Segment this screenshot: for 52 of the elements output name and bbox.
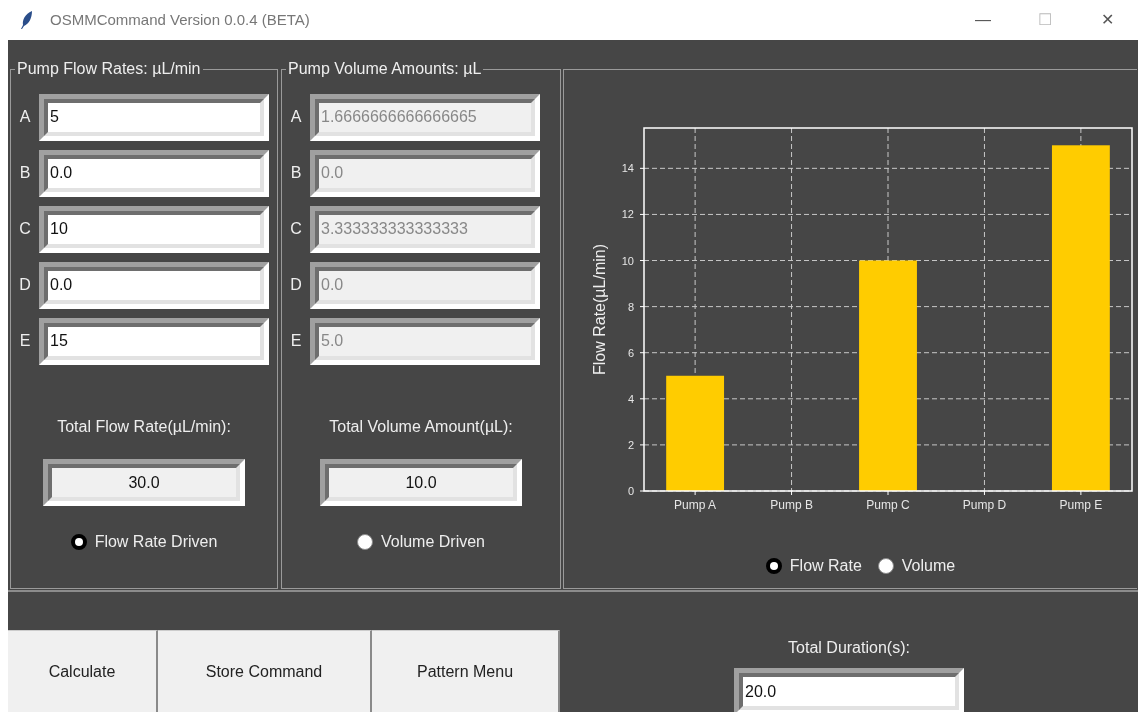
total-field[interactable]: 30.0 bbox=[43, 459, 245, 506]
pump-label: C bbox=[18, 219, 32, 239]
command-button[interactable]: Calculate bbox=[8, 630, 158, 712]
pump-label: D bbox=[18, 275, 32, 295]
input-field[interactable]: 15 bbox=[39, 317, 269, 365]
radio-label[interactable]: Flow Rate bbox=[789, 554, 862, 578]
radio-label[interactable]: Volume Driven bbox=[380, 530, 485, 554]
command-button[interactable]: Store Command bbox=[158, 630, 372, 712]
minimize-button[interactable]: — bbox=[952, 8, 1014, 32]
command-button[interactable]: Pattern Menu bbox=[372, 630, 560, 712]
input-field[interactable]: 20.0 bbox=[734, 668, 964, 712]
duration-label: Total Duration(s): bbox=[788, 638, 910, 658]
close-button[interactable]: ✕ bbox=[1076, 8, 1138, 32]
category-label: Pump E bbox=[1059, 498, 1103, 512]
total-field[interactable]: 10.0 bbox=[320, 459, 522, 506]
tick-label: 10 bbox=[621, 254, 634, 267]
tick-label: 14 bbox=[621, 162, 634, 175]
tick-label: 0 bbox=[627, 485, 634, 497]
category-label: Pump B bbox=[770, 498, 813, 512]
radio-button[interactable] bbox=[356, 534, 373, 550]
panel-title: Pump Volume Amounts: µL bbox=[286, 59, 484, 79]
feather-icon bbox=[20, 10, 34, 30]
radio-button[interactable] bbox=[765, 558, 782, 574]
category-label: Pump A bbox=[674, 498, 717, 512]
window-title: OSMMCommand Version 0.0.4 (BETA) bbox=[50, 9, 310, 30]
input-field[interactable]: 0.0 bbox=[39, 261, 269, 309]
pump-label: E bbox=[289, 331, 303, 351]
pump-label: B bbox=[18, 163, 32, 183]
radio-label[interactable]: Volume bbox=[901, 554, 956, 578]
radio-button[interactable] bbox=[877, 558, 894, 574]
input-field[interactable]: 5 bbox=[39, 93, 269, 141]
pump-label: A bbox=[289, 107, 303, 127]
radio-button[interactable] bbox=[70, 534, 87, 550]
total-label: Total Flow Rate(µL/min): bbox=[57, 417, 231, 437]
tick-label: 2 bbox=[627, 438, 634, 451]
panel-title: Pump Flow Rates: µL/min bbox=[15, 59, 203, 79]
tick-label: 12 bbox=[621, 208, 634, 221]
input-field[interactable]: 10 bbox=[39, 205, 269, 253]
category-label: Pump C bbox=[866, 498, 910, 512]
pump-label: B bbox=[289, 163, 303, 183]
total-label: Total Volume Amount(µL): bbox=[329, 417, 513, 437]
tick-label: 6 bbox=[627, 346, 634, 359]
pump-label: C bbox=[289, 219, 303, 239]
pump-label: D bbox=[289, 275, 303, 295]
tick-label: 8 bbox=[627, 300, 634, 313]
tick-label: 4 bbox=[627, 392, 634, 405]
axis-title: Flow Rate(µL/min) bbox=[591, 244, 608, 375]
pump-label: E bbox=[18, 331, 32, 351]
pump-label: A bbox=[18, 107, 32, 127]
radio-label[interactable]: Flow Rate Driven bbox=[94, 530, 218, 554]
input-field[interactable]: 0.0 bbox=[39, 149, 269, 197]
category-label: Pump D bbox=[962, 498, 1007, 512]
